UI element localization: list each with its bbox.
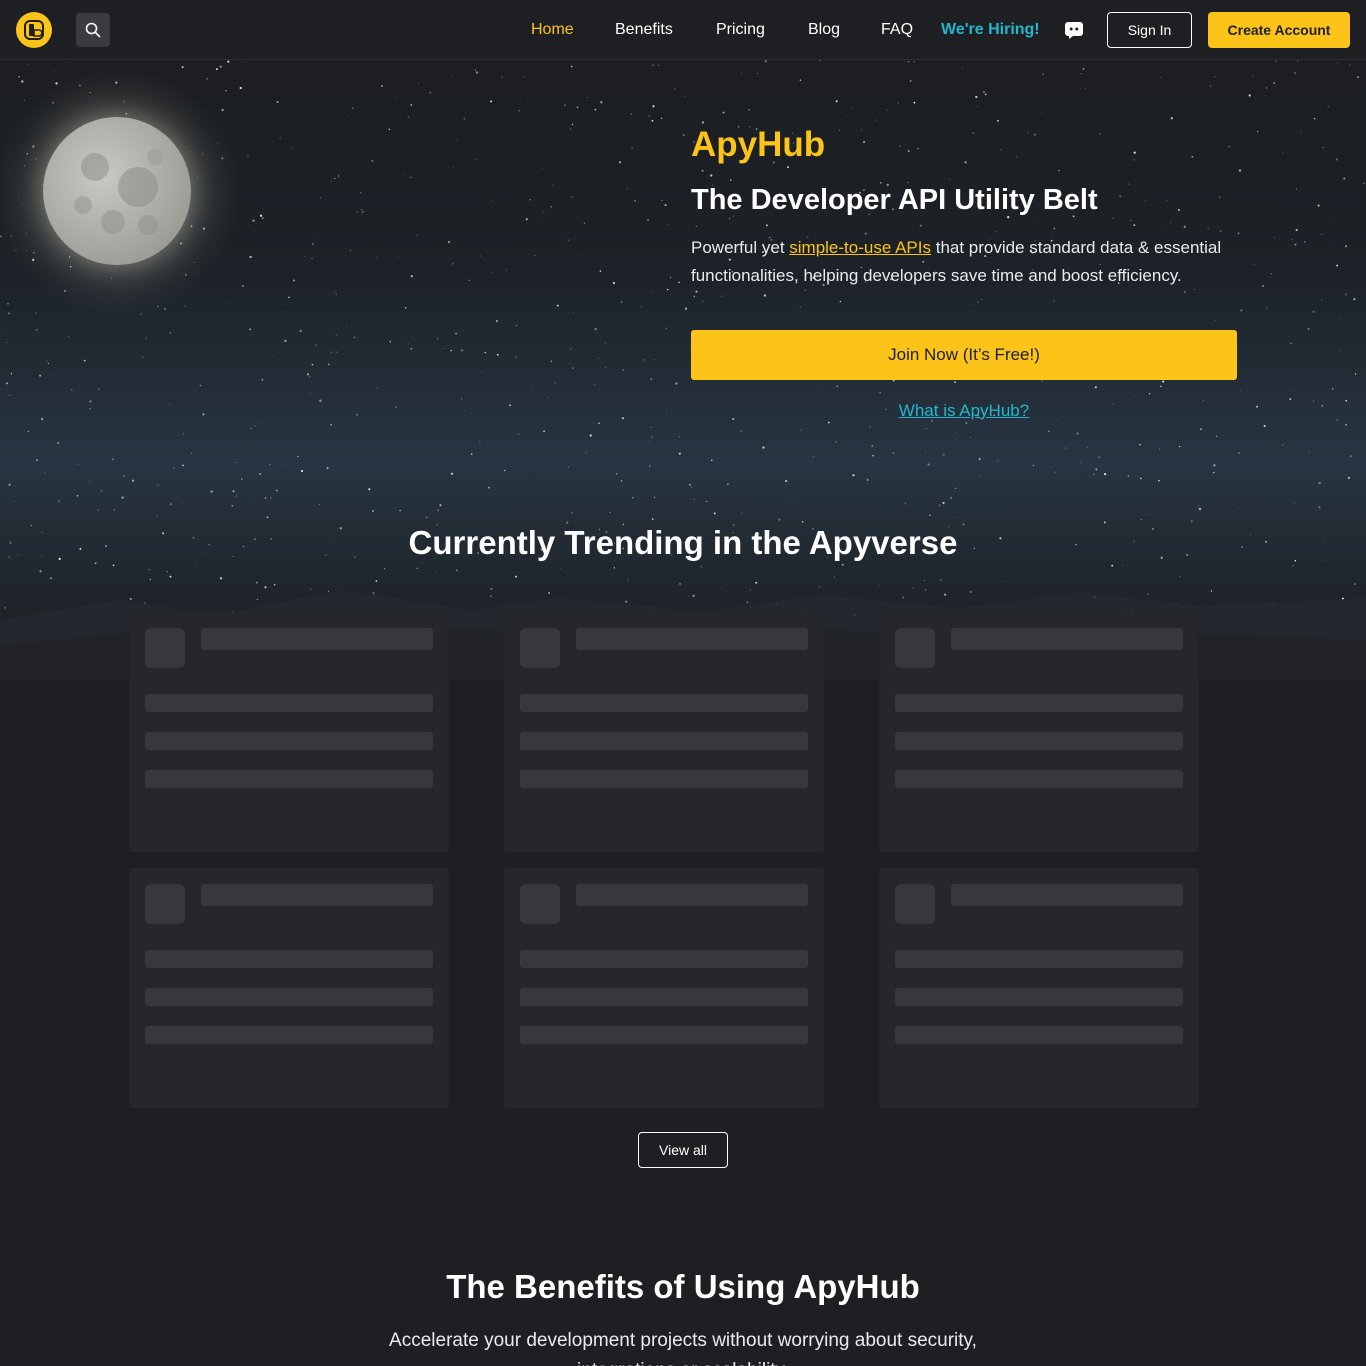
brand-title: ApyHub: [691, 125, 826, 164]
skeleton-line: [520, 694, 808, 712]
skeleton-avatar: [520, 884, 560, 924]
skeleton-avatar: [520, 628, 560, 668]
discord-link[interactable]: [1063, 19, 1085, 41]
skeleton-line: [145, 770, 433, 788]
what-is-apyhub-link[interactable]: What is ApyHub?: [691, 400, 1237, 422]
moon-image: [43, 117, 191, 265]
skeleton-line: [145, 1026, 433, 1044]
skeleton-line: [520, 770, 808, 788]
benefits-title: The Benefits of Using ApyHub: [446, 1268, 920, 1305]
api-card-skeleton[interactable]: [879, 612, 1199, 852]
skeleton-line: [895, 694, 1183, 712]
skeleton-line: [520, 1026, 808, 1044]
hero-section: ApyHub The Developer API Utility Belt Po…: [0, 60, 1366, 680]
skeleton-line: [895, 732, 1183, 750]
sign-in-button[interactable]: Sign In: [1107, 12, 1192, 48]
skeleton-title: [951, 628, 1183, 650]
skeleton-line: [895, 770, 1183, 788]
create-account-button[interactable]: Create Account: [1208, 12, 1350, 48]
skeleton-line: [895, 1026, 1183, 1044]
skeleton-title: [576, 628, 808, 650]
nav-blog[interactable]: Blog: [808, 20, 840, 40]
skeleton-line: [145, 732, 433, 750]
api-card-skeleton[interactable]: [129, 868, 449, 1108]
benefits-description: Accelerate your development projects wit…: [389, 1330, 977, 1366]
skeleton-avatar: [895, 884, 935, 924]
apis-link[interactable]: simple-to-use APIs: [789, 238, 931, 257]
skeleton-title: [201, 628, 433, 650]
skeleton-line: [520, 950, 808, 968]
skeleton-title: [951, 884, 1183, 906]
skeleton-line: [145, 988, 433, 1006]
skeleton-avatar: [895, 628, 935, 668]
api-card-skeleton[interactable]: [129, 612, 449, 852]
skeleton-line: [520, 732, 808, 750]
hero-desc-before: Powerful yet: [691, 238, 790, 257]
view-all-button[interactable]: View all: [638, 1132, 728, 1168]
skeleton-line: [895, 950, 1183, 968]
join-now-button[interactable]: Join Now (It’s Free!): [691, 330, 1237, 380]
nav-hiring[interactable]: We're Hiring!: [941, 20, 1040, 40]
skeleton-line: [145, 694, 433, 712]
api-card-skeleton[interactable]: [504, 868, 824, 1108]
skeleton-line: [145, 950, 433, 968]
skeleton-line: [520, 988, 808, 1006]
hero-subtitle: The Developer API Utility Belt: [691, 184, 1098, 216]
nav-benefits[interactable]: Benefits: [615, 20, 673, 40]
skeleton-line: [895, 988, 1183, 1006]
hero-description: Powerful yet simple-to-use APIs that pro…: [691, 234, 1237, 290]
trending-title: Currently Trending in the Apyverse: [408, 524, 958, 561]
discord-icon: [1065, 22, 1083, 39]
nav-home[interactable]: Home: [531, 20, 574, 40]
skeleton-avatar: [145, 628, 185, 668]
api-card-skeleton[interactable]: [879, 868, 1199, 1108]
nav-pricing[interactable]: Pricing: [716, 20, 765, 40]
nav-faq[interactable]: FAQ: [881, 20, 913, 40]
skeleton-title: [201, 884, 433, 906]
api-card-skeleton[interactable]: [504, 612, 824, 852]
navbar: Home Benefits Pricing Blog FAQ We're Hir…: [0, 0, 1366, 60]
skeleton-avatar: [145, 884, 185, 924]
skeleton-title: [576, 884, 808, 906]
